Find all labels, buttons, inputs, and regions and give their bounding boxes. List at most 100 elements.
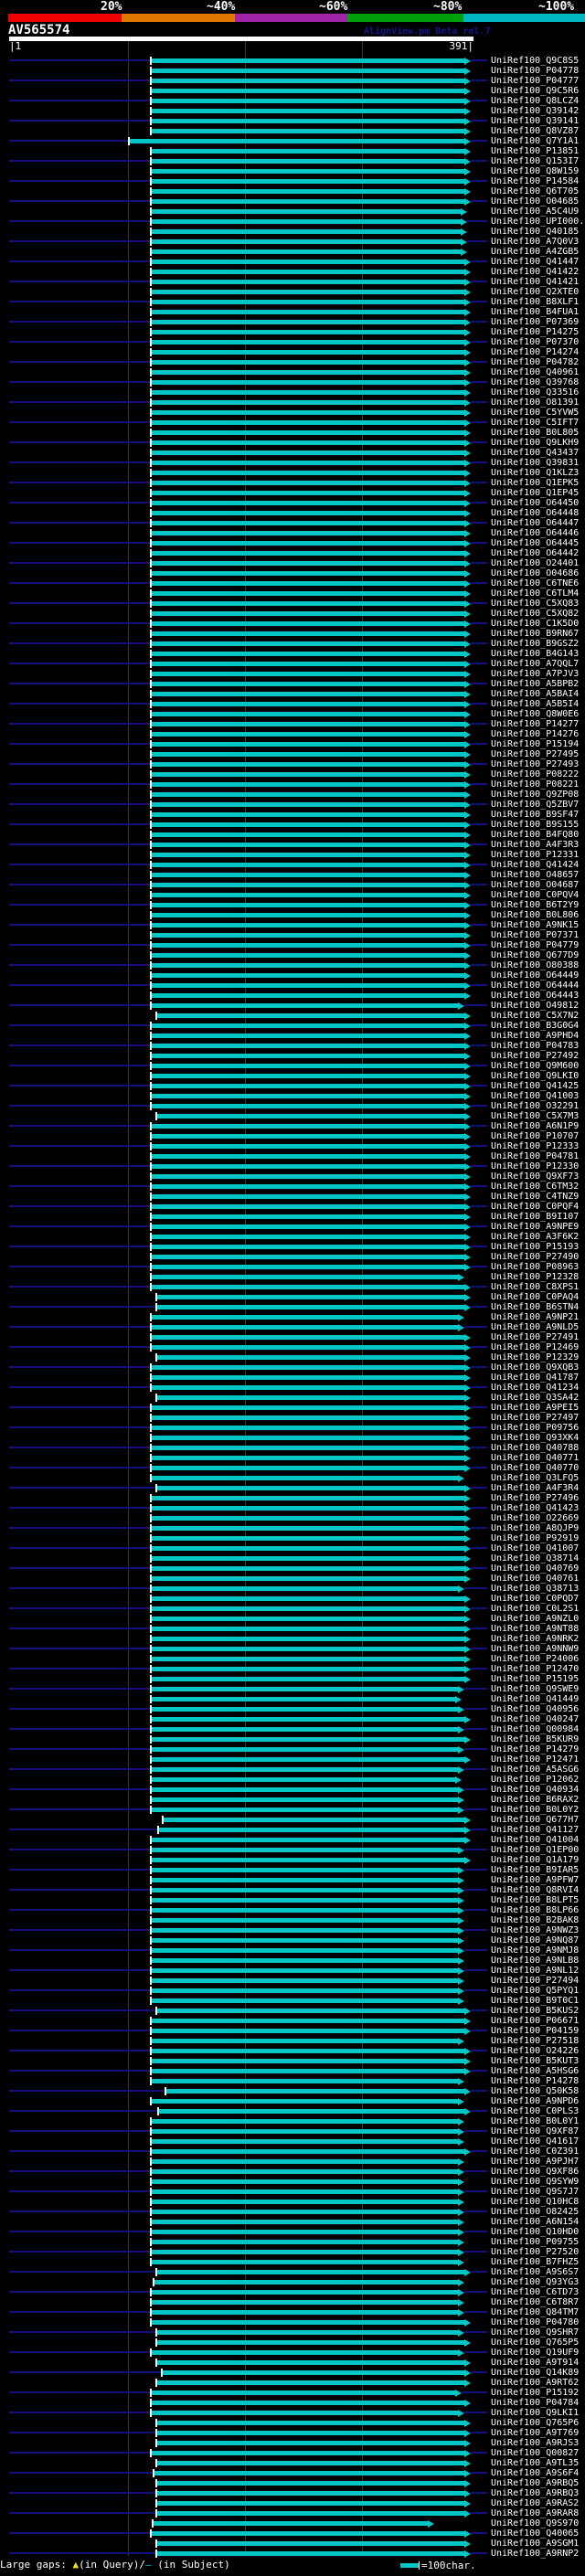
subject-id-label[interactable]: UniRef100_B0L0Y1 [491, 2116, 579, 2126]
subject-id-label[interactable]: UniRef100_Q8RVI4 [491, 1885, 579, 1895]
subject-id-label[interactable]: UniRef100_Q6T705 [491, 186, 579, 196]
subject-id-label[interactable]: UniRef100_Q39142 [491, 106, 579, 116]
subject-id-label[interactable]: UniRef100_P12328 [491, 1272, 579, 1282]
subject-id-label[interactable]: UniRef100_B4G143 [491, 649, 579, 659]
hit-bar[interactable] [150, 1677, 464, 1681]
subject-id-label[interactable]: UniRef100_B6RAX2 [491, 1795, 579, 1805]
hit-bar[interactable] [150, 1164, 464, 1169]
hit-bar[interactable] [150, 772, 464, 777]
subject-id-label[interactable]: UniRef100_Q9LKH9 [491, 438, 579, 448]
subject-id-label[interactable]: UniRef100_B4FUA1 [491, 307, 579, 317]
subject-id-label[interactable]: UniRef100_Q41425 [491, 1081, 579, 1091]
subject-id-label[interactable]: UniRef100_Q38714 [491, 1553, 579, 1564]
subject-id-label[interactable]: UniRef100_O81391 [491, 398, 579, 408]
hit-bar[interactable] [150, 702, 464, 706]
subject-id-label[interactable]: UniRef100_Q765P5 [491, 2337, 579, 2348]
subject-id-label[interactable]: UniRef100_O64447 [491, 518, 579, 528]
hit-bar[interactable] [157, 1828, 464, 1832]
subject-id-label[interactable]: UniRef100_P14279 [491, 1744, 579, 1754]
subject-id-label[interactable]: UniRef100_C5XQ82 [491, 609, 579, 619]
hit-bar[interactable] [150, 1898, 458, 1903]
subject-id-label[interactable]: UniRef100_A9RBQ5 [491, 2478, 579, 2488]
subject-id-label[interactable]: UniRef100_Q41003 [491, 1091, 579, 1101]
hit-bar[interactable] [150, 1255, 464, 1259]
subject-id-label[interactable]: UniRef100_C6TNE6 [491, 578, 579, 588]
subject-id-label[interactable]: UniRef100_A9NMJ8 [491, 1945, 579, 1956]
hit-bar[interactable] [150, 1245, 464, 1249]
hit-bar[interactable] [155, 1486, 464, 1490]
subject-id-label[interactable]: UniRef100_P04783 [491, 1041, 579, 1051]
subject-id-label[interactable]: UniRef100_B7FHZ5 [491, 2257, 579, 2267]
subject-id-label[interactable]: UniRef100_P14277 [491, 719, 579, 729]
hit-bar[interactable] [150, 280, 464, 284]
subject-id-label[interactable]: UniRef100_P10707 [491, 1131, 579, 1141]
hit-bar[interactable] [150, 1566, 464, 1571]
subject-id-label[interactable]: UniRef100_P27493 [491, 759, 579, 769]
hit-bar[interactable] [150, 2099, 458, 2104]
hit-bar[interactable] [155, 2511, 464, 2516]
hit-bar[interactable] [150, 923, 464, 928]
subject-id-label[interactable]: UniRef100_C0L2S1 [491, 1604, 579, 1614]
subject-id-label[interactable]: UniRef100_P15194 [491, 739, 579, 749]
hit-bar[interactable] [150, 812, 464, 817]
hit-bar[interactable] [150, 2310, 458, 2315]
hit-bar[interactable] [150, 209, 461, 214]
subject-id-label[interactable]: UniRef100_P08963 [491, 1262, 579, 1272]
hit-bar[interactable] [150, 1747, 458, 1752]
subject-id-label[interactable]: UniRef100_P04782 [491, 357, 579, 367]
hit-bar[interactable] [150, 1003, 458, 1008]
hit-bar[interactable] [155, 1355, 464, 1360]
subject-id-label[interactable]: UniRef100_A9RAR8 [491, 2508, 579, 2518]
subject-id-label[interactable]: UniRef100_P12469 [491, 1342, 579, 1352]
subject-id-label[interactable]: UniRef100_B9IAR5 [491, 1865, 579, 1875]
hit-bar[interactable] [155, 2551, 464, 2556]
hit-bar[interactable] [150, 792, 464, 797]
hit-bar[interactable] [150, 893, 464, 897]
hit-bar[interactable] [150, 1385, 464, 1390]
subject-id-label[interactable]: UniRef100_P15193 [491, 1242, 579, 1252]
hit-bar[interactable] [150, 511, 464, 515]
hit-bar[interactable] [150, 219, 461, 224]
hit-bar[interactable] [150, 189, 464, 194]
hit-bar[interactable] [155, 1013, 464, 1018]
hit-bar[interactable] [150, 2531, 464, 2536]
hit-bar[interactable] [150, 410, 464, 415]
subject-id-label[interactable]: UniRef100_P09755 [491, 2237, 579, 2247]
subject-id-label[interactable]: UniRef100_Q9ZP08 [491, 790, 579, 800]
subject-id-label[interactable]: UniRef100_Q39141 [491, 116, 579, 126]
hit-bar[interactable] [155, 2421, 464, 2425]
subject-id-label[interactable]: UniRef100_C4TNZ9 [491, 1192, 579, 1202]
subject-id-label[interactable]: UniRef100_P12470 [491, 1664, 579, 1674]
subject-id-label[interactable]: UniRef100_O64444 [491, 981, 579, 991]
hit-bar[interactable] [150, 1214, 464, 1219]
subject-id-label[interactable]: UniRef100_A9S6F4 [491, 2468, 579, 2478]
subject-id-label[interactable]: UniRef100_P24006 [491, 1654, 579, 1664]
hit-bar[interactable] [150, 943, 464, 948]
subject-id-label[interactable]: UniRef100_Q00827 [491, 2448, 579, 2458]
subject-id-label[interactable]: UniRef100_A4F3R3 [491, 840, 579, 850]
hit-bar[interactable] [150, 2039, 458, 2043]
hit-bar[interactable] [150, 2159, 458, 2164]
subject-id-label[interactable]: UniRef100_Q40185 [491, 227, 579, 237]
subject-id-label[interactable]: UniRef100_Q40247 [491, 1714, 579, 1724]
hit-bar[interactable] [150, 2189, 458, 2194]
hit-bar[interactable] [150, 1918, 458, 1923]
hit-bar[interactable] [150, 2240, 458, 2244]
hit-bar[interactable] [150, 2179, 458, 2184]
hit-bar[interactable] [150, 853, 464, 857]
subject-id-label[interactable]: UniRef100_Q677H7 [491, 1815, 579, 1825]
subject-id-label[interactable]: UniRef100_P27491 [491, 1332, 579, 1342]
hit-bar[interactable] [150, 571, 464, 576]
hit-bar[interactable] [150, 752, 464, 757]
subject-id-label[interactable]: UniRef100_Q84TM7 [491, 2307, 579, 2317]
subject-id-label[interactable]: UniRef100_A9SGM1 [491, 2539, 579, 2549]
hit-bar[interactable] [150, 712, 464, 716]
hit-bar[interactable] [155, 2501, 464, 2506]
hit-bar[interactable] [150, 1466, 464, 1470]
subject-id-label[interactable]: UniRef100_A5B5I4 [491, 699, 579, 709]
subject-id-label[interactable]: UniRef100_B5KUT3 [491, 2056, 579, 2066]
hit-bar[interactable] [150, 99, 464, 103]
subject-id-label[interactable]: UniRef100_Q00984 [491, 1724, 579, 1734]
subject-id-label[interactable]: UniRef100_Q33516 [491, 387, 579, 398]
subject-id-label[interactable]: UniRef100_A9T769 [491, 2428, 579, 2438]
